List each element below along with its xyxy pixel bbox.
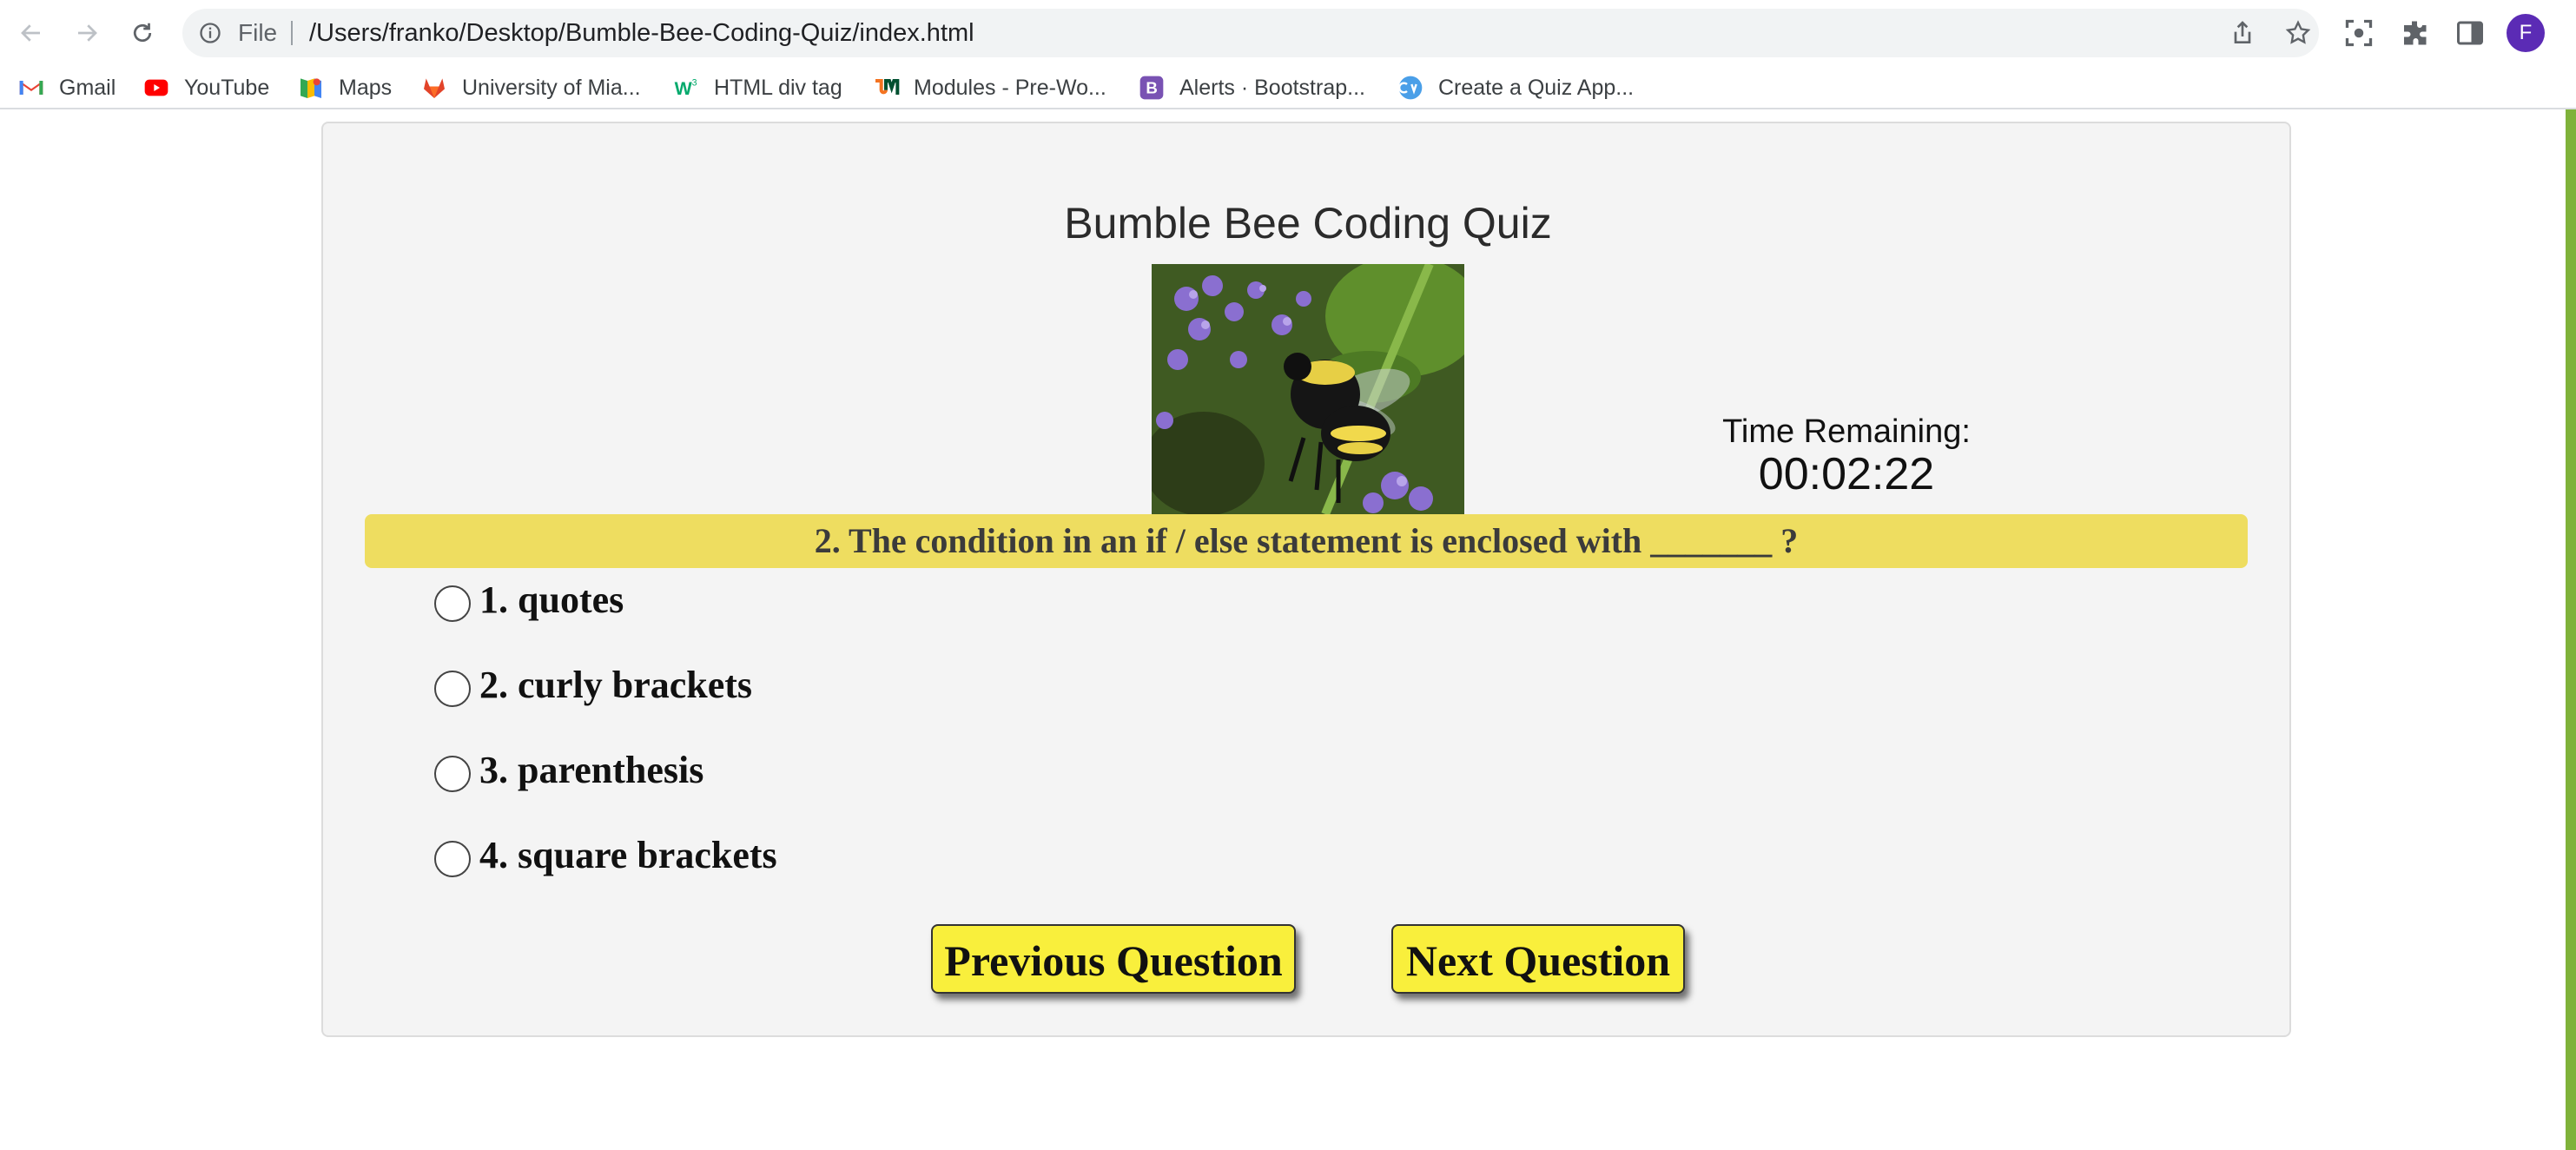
bookmark-label: Gmail [59,75,116,100]
timer-value: 00:02:22 [1758,449,1935,499]
window-edge-accent [2566,109,2576,1150]
bookmark-html-div[interactable]: W3 HTML div tag [672,66,842,109]
radio-button[interactable] [434,756,471,792]
url-text[interactable]: /Users/franko/Desktop/Bumble-Bee-Coding-… [309,9,974,57]
bumble-bee-image [1152,264,1464,514]
youtube-icon [144,79,168,96]
next-question-button[interactable]: Next Question [1391,924,1685,994]
answer-option-3[interactable]: 3. parenthesis [434,744,703,796]
reload-icon [133,23,152,43]
bookmark-label: Modules - Pre-Wo... [914,75,1106,100]
svg-text:3: 3 [692,77,697,88]
answer-option-1[interactable]: 1. quotes [434,573,624,625]
bookmark-gmail[interactable]: Gmail [17,66,116,109]
maps-icon [301,78,321,98]
address-bar[interactable]: File /Users/franko/Desktop/Bumble-Bee-Co… [182,9,2319,57]
gmail-icon [19,81,43,95]
star-icon[interactable] [2284,19,2312,47]
answer-label: 2. curly brackets [479,663,753,706]
quiz-app-icon [1398,76,1423,100]
bookmark-quiz-app[interactable]: Create a Quiz App... [1397,66,1634,109]
side-panel-icon[interactable] [2454,17,2486,49]
bookmark-label: HTML div tag [714,75,842,100]
answer-option-2[interactable]: 2. curly brackets [434,658,752,710]
screen-capture-icon[interactable] [2343,17,2375,49]
gitlab-icon [424,78,445,98]
bookmark-youtube[interactable]: YouTube [142,66,269,109]
answer-option-4[interactable]: 4. square brackets [434,829,777,881]
answer-label: 1. quotes [479,578,624,621]
quiz-card: Bumble Bee Coding Quiz Time Remaining: 0… [321,122,2291,1037]
radio-button[interactable] [434,671,471,707]
forward-button[interactable] [71,17,102,49]
bookmark-label: Alerts · Bootstrap... [1179,75,1365,100]
extensions-icon[interactable] [2399,17,2430,49]
bookmark-label: University of Mia... [462,75,641,100]
profile-avatar[interactable]: F [2507,14,2545,52]
arrow-left-icon [21,24,40,42]
browser-toolbar: File /Users/franko/Desktop/Bumble-Bee-Co… [0,0,2576,66]
arrow-right-icon [78,24,97,42]
reload-button[interactable] [127,17,158,49]
radio-button[interactable] [434,841,471,877]
um-icon [875,79,900,95]
answer-label: 3. parenthesis [479,748,704,791]
radio-button[interactable] [434,585,471,622]
svg-text:B: B [1146,79,1157,97]
w3schools-icon: W3 [675,77,697,99]
back-button[interactable] [16,17,47,49]
bookmark-label: Maps [339,75,393,100]
previous-question-button[interactable]: Previous Question [931,924,1296,994]
bookmark-label: YouTube [184,75,270,100]
bookmark-alerts[interactable]: B Alerts · Bootstrap... [1138,66,1365,109]
question-text: 2. The condition in an if / else stateme… [365,514,2248,568]
bookmark-maps[interactable]: Maps [297,66,392,109]
share-icon[interactable] [2229,19,2256,47]
bookmark-modules[interactable]: Modules - Pre-Wo... [872,66,1106,109]
bootstrap-icon: B [1139,76,1164,100]
svg-text:W: W [675,78,693,99]
quiz-title: Bumble Bee Coding Quiz [1064,199,1552,248]
info-icon[interactable] [198,21,222,45]
bookmarks-bar: Gmail YouTube Maps University of Mia... … [0,66,2576,109]
bookmark-university[interactable]: University of Mia... [420,66,641,109]
scheme-label: File [238,19,278,46]
timer-label: Time Remaining: [1722,413,1971,450]
answer-label: 4. square brackets [479,833,777,876]
bookmark-label: Create a Quiz App... [1438,75,1635,100]
omnibox-divider [291,21,293,45]
